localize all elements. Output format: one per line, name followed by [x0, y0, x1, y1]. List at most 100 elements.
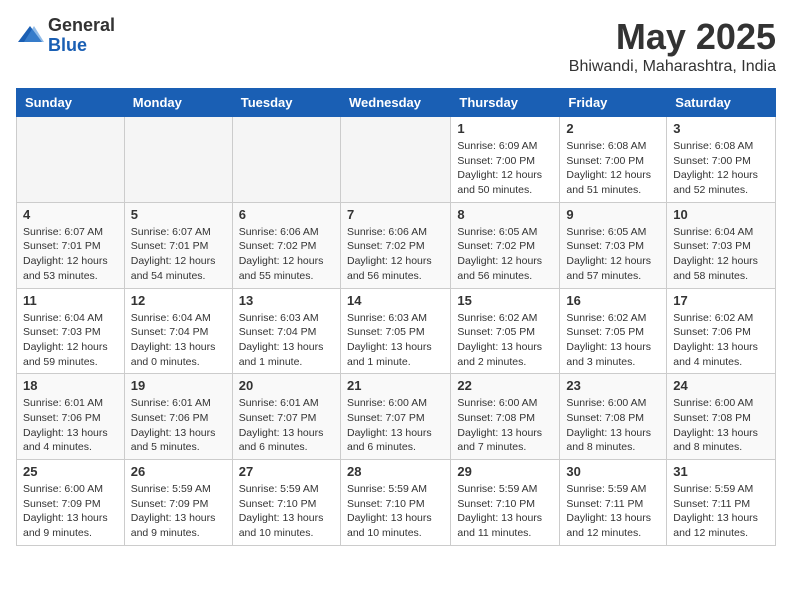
- day-number: 5: [131, 207, 226, 222]
- day-info: Sunrise: 6:02 AM Sunset: 7:05 PM Dayligh…: [457, 311, 553, 370]
- logo: General Blue: [16, 16, 115, 56]
- calendar-cell: 2 Sunrise: 6:08 AM Sunset: 7:00 PM Daylig…: [560, 117, 667, 203]
- calendar-cell: 1Sunrise: 6:09 AM Sunset: 7:00 PM Daylig…: [451, 117, 560, 203]
- day-info: Sunrise: 6:01 AM Sunset: 7:06 PM Dayligh…: [131, 396, 226, 455]
- day-number: 29: [457, 464, 553, 479]
- day-number: 9: [566, 207, 660, 222]
- calendar-cell: [232, 117, 340, 203]
- day-info: Sunrise: 6:08 AM Sunset: 7:00 PM Dayligh…: [673, 139, 769, 198]
- day-info: Sunrise: 6:00 AM Sunset: 7:07 PM Dayligh…: [347, 396, 444, 455]
- calendar-cell: 5 Sunrise: 6:07 AM Sunset: 7:01 PM Daylig…: [124, 202, 232, 288]
- day-info: Sunrise: 6:00 AM Sunset: 7:08 PM Dayligh…: [673, 396, 769, 455]
- day-number: 19: [131, 378, 226, 393]
- day-info: Sunrise: 6:04 AM Sunset: 7:03 PM Dayligh…: [23, 311, 118, 370]
- day-number: 21: [347, 378, 444, 393]
- day-number: 6: [239, 207, 334, 222]
- calendar-cell: 16 Sunrise: 6:02 AM Sunset: 7:05 PM Dayli…: [560, 288, 667, 374]
- calendar-cell: 22 Sunrise: 6:00 AM Sunset: 7:08 PM Dayli…: [451, 374, 560, 460]
- day-number: 8: [457, 207, 553, 222]
- day-number: 2: [566, 121, 660, 136]
- weekday-header-saturday: Saturday: [667, 89, 776, 117]
- calendar-cell: 23Sunrise: 6:00 AM Sunset: 7:08 PM Dayli…: [560, 374, 667, 460]
- day-info: Sunrise: 6:07 AM Sunset: 7:01 PM Dayligh…: [23, 225, 118, 284]
- page-header: General Blue May 2025 Bhiwandi, Maharash…: [16, 16, 776, 76]
- weekday-header-thursday: Thursday: [451, 89, 560, 117]
- day-number: 12: [131, 293, 226, 308]
- logo-icon: [16, 22, 44, 50]
- calendar-cell: 6 Sunrise: 6:06 AM Sunset: 7:02 PM Daylig…: [232, 202, 340, 288]
- calendar-cell: 31Sunrise: 5:59 AM Sunset: 7:11 PM Dayli…: [667, 460, 776, 546]
- week-row-1: 1Sunrise: 6:09 AM Sunset: 7:00 PM Daylig…: [17, 117, 776, 203]
- day-info: Sunrise: 6:02 AM Sunset: 7:06 PM Dayligh…: [673, 311, 769, 370]
- calendar-cell: 30Sunrise: 5:59 AM Sunset: 7:11 PM Dayli…: [560, 460, 667, 546]
- calendar-cell: [17, 117, 125, 203]
- day-info: Sunrise: 6:02 AM Sunset: 7:05 PM Dayligh…: [566, 311, 660, 370]
- day-number: 18: [23, 378, 118, 393]
- calendar-cell: 17 Sunrise: 6:02 AM Sunset: 7:06 PM Dayli…: [667, 288, 776, 374]
- weekday-header-wednesday: Wednesday: [340, 89, 450, 117]
- calendar-cell: 9Sunrise: 6:05 AM Sunset: 7:03 PM Daylig…: [560, 202, 667, 288]
- location: Bhiwandi, Maharashtra, India: [569, 58, 776, 76]
- calendar-cell: 24Sunrise: 6:00 AM Sunset: 7:08 PM Dayli…: [667, 374, 776, 460]
- day-number: 3: [673, 121, 769, 136]
- day-number: 11: [23, 293, 118, 308]
- logo-blue-text: Blue: [48, 36, 115, 56]
- day-info: Sunrise: 6:06 AM Sunset: 7:02 PM Dayligh…: [239, 225, 334, 284]
- calendar-cell: 10 Sunrise: 6:04 AM Sunset: 7:03 PM Dayli…: [667, 202, 776, 288]
- day-info: Sunrise: 6:04 AM Sunset: 7:04 PM Dayligh…: [131, 311, 226, 370]
- weekday-header-tuesday: Tuesday: [232, 89, 340, 117]
- weekday-header-sunday: Sunday: [17, 89, 125, 117]
- calendar-cell: 12 Sunrise: 6:04 AM Sunset: 7:04 PM Dayli…: [124, 288, 232, 374]
- calendar-cell: 29 Sunrise: 5:59 AM Sunset: 7:10 PM Dayli…: [451, 460, 560, 546]
- day-info: Sunrise: 6:00 AM Sunset: 7:08 PM Dayligh…: [457, 396, 553, 455]
- calendar-cell: 19 Sunrise: 6:01 AM Sunset: 7:06 PM Dayli…: [124, 374, 232, 460]
- day-number: 7: [347, 207, 444, 222]
- day-info: Sunrise: 5:59 AM Sunset: 7:11 PM Dayligh…: [566, 482, 660, 541]
- day-info: Sunrise: 6:07 AM Sunset: 7:01 PM Dayligh…: [131, 225, 226, 284]
- day-info: Sunrise: 5:59 AM Sunset: 7:09 PM Dayligh…: [131, 482, 226, 541]
- day-info: Sunrise: 5:59 AM Sunset: 7:10 PM Dayligh…: [347, 482, 444, 541]
- day-number: 20: [239, 378, 334, 393]
- day-info: Sunrise: 6:04 AM Sunset: 7:03 PM Dayligh…: [673, 225, 769, 284]
- day-number: 25: [23, 464, 118, 479]
- day-info: Sunrise: 6:01 AM Sunset: 7:06 PM Dayligh…: [23, 396, 118, 455]
- calendar-table: SundayMondayTuesdayWednesdayThursdayFrid…: [16, 88, 776, 546]
- calendar-cell: 11 Sunrise: 6:04 AM Sunset: 7:03 PM Dayli…: [17, 288, 125, 374]
- week-row-2: 4 Sunrise: 6:07 AM Sunset: 7:01 PM Daylig…: [17, 202, 776, 288]
- day-info: Sunrise: 6:00 AM Sunset: 7:08 PM Dayligh…: [566, 396, 660, 455]
- calendar-cell: 4 Sunrise: 6:07 AM Sunset: 7:01 PM Daylig…: [17, 202, 125, 288]
- calendar-cell: 28 Sunrise: 5:59 AM Sunset: 7:10 PM Dayli…: [340, 460, 450, 546]
- calendar-cell: 14Sunrise: 6:03 AM Sunset: 7:05 PM Dayli…: [340, 288, 450, 374]
- calendar-cell: 25Sunrise: 6:00 AM Sunset: 7:09 PM Dayli…: [17, 460, 125, 546]
- day-info: Sunrise: 6:08 AM Sunset: 7:00 PM Dayligh…: [566, 139, 660, 198]
- week-row-5: 25Sunrise: 6:00 AM Sunset: 7:09 PM Dayli…: [17, 460, 776, 546]
- weekday-header-row: SundayMondayTuesdayWednesdayThursdayFrid…: [17, 89, 776, 117]
- day-number: 27: [239, 464, 334, 479]
- day-number: 10: [673, 207, 769, 222]
- day-number: 31: [673, 464, 769, 479]
- calendar-cell: 7 Sunrise: 6:06 AM Sunset: 7:02 PM Daylig…: [340, 202, 450, 288]
- title-section: May 2025 Bhiwandi, Maharashtra, India: [569, 16, 776, 76]
- calendar-cell: 3 Sunrise: 6:08 AM Sunset: 7:00 PM Daylig…: [667, 117, 776, 203]
- calendar-cell: 18 Sunrise: 6:01 AM Sunset: 7:06 PM Dayli…: [17, 374, 125, 460]
- calendar-cell: 8 Sunrise: 6:05 AM Sunset: 7:02 PM Daylig…: [451, 202, 560, 288]
- calendar-cell: 13Sunrise: 6:03 AM Sunset: 7:04 PM Dayli…: [232, 288, 340, 374]
- day-info: Sunrise: 6:03 AM Sunset: 7:05 PM Dayligh…: [347, 311, 444, 370]
- month-title: May 2025: [569, 16, 776, 58]
- day-info: Sunrise: 6:05 AM Sunset: 7:02 PM Dayligh…: [457, 225, 553, 284]
- day-info: Sunrise: 5:59 AM Sunset: 7:10 PM Dayligh…: [457, 482, 553, 541]
- weekday-header-friday: Friday: [560, 89, 667, 117]
- calendar-cell: 26 Sunrise: 5:59 AM Sunset: 7:09 PM Dayli…: [124, 460, 232, 546]
- day-number: 26: [131, 464, 226, 479]
- day-number: 15: [457, 293, 553, 308]
- day-number: 4: [23, 207, 118, 222]
- day-number: 16: [566, 293, 660, 308]
- week-row-4: 18 Sunrise: 6:01 AM Sunset: 7:06 PM Dayli…: [17, 374, 776, 460]
- day-info: Sunrise: 5:59 AM Sunset: 7:10 PM Dayligh…: [239, 482, 334, 541]
- day-number: 17: [673, 293, 769, 308]
- calendar-cell: [340, 117, 450, 203]
- day-number: 28: [347, 464, 444, 479]
- day-info: Sunrise: 6:06 AM Sunset: 7:02 PM Dayligh…: [347, 225, 444, 284]
- day-number: 22: [457, 378, 553, 393]
- week-row-3: 11 Sunrise: 6:04 AM Sunset: 7:03 PM Dayli…: [17, 288, 776, 374]
